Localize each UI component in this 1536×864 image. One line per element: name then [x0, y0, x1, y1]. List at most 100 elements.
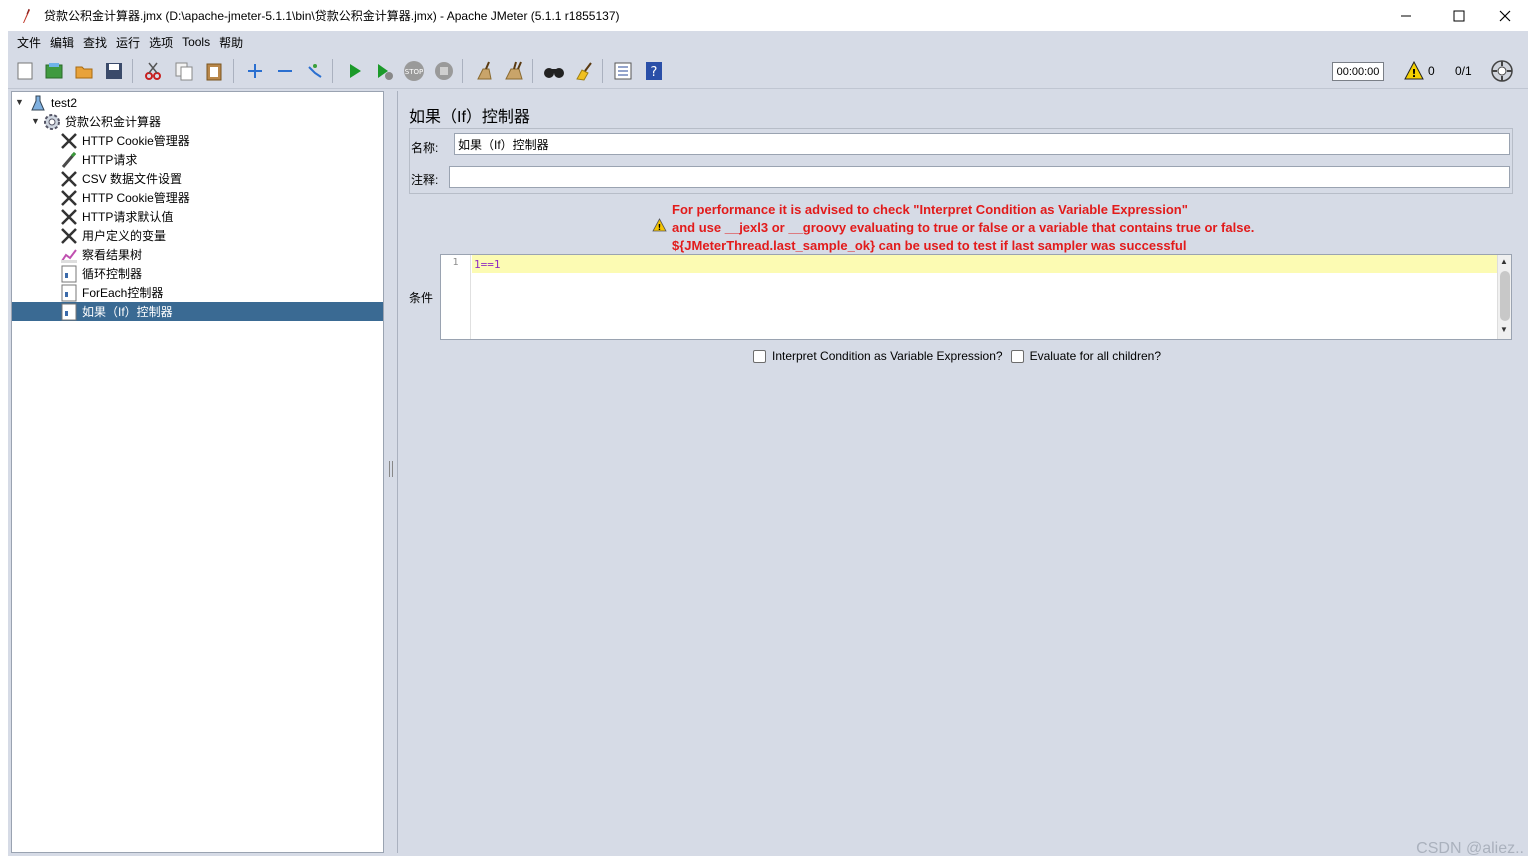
close-button[interactable] — [1482, 0, 1528, 31]
tree-item-label: 贷款公积金计算器 — [65, 115, 162, 129]
templates-button[interactable] — [42, 59, 66, 83]
stop-button[interactable]: STOP — [402, 59, 426, 83]
tree-item-label: test2 — [51, 95, 78, 110]
tree-item-csv-data-set[interactable]: CSV 数据文件设置 — [60, 169, 182, 188]
interpret-condition-checkbox[interactable] — [753, 349, 766, 363]
tree-item-user-variables[interactable]: 用户定义的变量 — [60, 226, 166, 245]
copy-button[interactable] — [172, 59, 196, 83]
condition-editor[interactable]: 1 1==1 ▲ ▼ — [440, 254, 1512, 340]
open-folder-icon — [75, 66, 93, 79]
tree-item-cookie-manager[interactable]: HTTP Cookie管理器 — [60, 131, 190, 150]
warning-triangle-icon: ! — [652, 218, 667, 232]
clear-button[interactable] — [472, 59, 496, 83]
tree-item-test-plan[interactable]: test2 — [29, 93, 77, 112]
tree-item-if-controller[interactable]: 如果（If）控制器 — [12, 302, 383, 321]
scroll-down-arrow-icon[interactable]: ▼ — [1500, 325, 1508, 334]
watermark: CSDN @aliez.. — [1416, 840, 1524, 857]
paste-button[interactable] — [202, 59, 226, 83]
scrollbar-thumb[interactable] — [1500, 271, 1510, 321]
remote-status-icon — [1491, 60, 1513, 82]
tree-item-label: 用户定义的变量 — [82, 229, 167, 243]
clear-all-button[interactable] — [502, 59, 526, 83]
tree-item-results-tree[interactable]: 察看结果树 — [60, 245, 142, 264]
menu-options[interactable]: 选项 — [149, 34, 173, 51]
start-no-pauses-button[interactable] — [372, 59, 396, 83]
listener-chart-icon — [60, 246, 78, 264]
warning-line-2: and use __jexl3 or __groovy evaluating t… — [672, 220, 1255, 235]
maximize-button[interactable] — [1436, 0, 1482, 31]
tree-item-loop-controller[interactable]: 循环控制器 — [60, 264, 142, 283]
collapse-all-button[interactable] — [273, 59, 297, 83]
tree-item-cookie-manager-2[interactable]: HTTP Cookie管理器 — [60, 188, 190, 207]
toolbar-separator — [332, 59, 333, 83]
jmeter-feather-icon — [23, 8, 30, 23]
toolbar-separator — [233, 59, 234, 83]
start-button[interactable] — [343, 59, 367, 83]
split-pane-divider[interactable] — [387, 89, 396, 856]
tree-item-label: 循环控制器 — [82, 267, 143, 281]
active-threads: 0/1 — [1455, 64, 1472, 78]
tree-item-foreach-controller[interactable]: ForEach控制器 — [60, 283, 163, 302]
expand-all-button[interactable] — [243, 59, 267, 83]
scroll-up-arrow-icon[interactable]: ▲ — [1500, 257, 1508, 266]
svg-text:STOP: STOP — [405, 68, 423, 76]
options-row: Interpret Condition as Variable Expressi… — [753, 349, 1161, 363]
play-icon — [350, 64, 361, 78]
interpret-condition-label[interactable]: Interpret Condition as Variable Expressi… — [772, 349, 1003, 363]
help-button[interactable]: ? — [642, 59, 666, 83]
config-tools-icon — [60, 208, 78, 226]
evaluate-all-children-label[interactable]: Evaluate for all children? — [1030, 349, 1161, 363]
minimize-icon — [1401, 15, 1411, 16]
menu-search[interactable]: 查找 — [83, 34, 107, 51]
tree-item-http-request[interactable]: HTTP请求 — [60, 150, 137, 169]
comment-field[interactable] — [449, 166, 1510, 188]
menu-bar: 文件 编辑 查找 运行 选项 Tools 帮助 — [8, 31, 1528, 53]
function-helper-button[interactable] — [611, 59, 635, 83]
comment-label: 注释: — [411, 173, 439, 187]
tree-item-thread-group[interactable]: 贷款公积金计算器 — [43, 112, 161, 131]
name-field[interactable]: 如果（If）控制器 — [454, 133, 1510, 155]
tree-item-http-defaults[interactable]: HTTP请求默认值 — [60, 207, 173, 226]
tree-item-label: 如果（If）控制器 — [82, 305, 173, 319]
thread-group-gear-icon — [43, 113, 61, 131]
help-question-icon: ? — [646, 62, 662, 80]
new-button[interactable] — [13, 59, 37, 83]
collapse-toggle-icon[interactable]: ▼ — [31, 116, 41, 126]
jmeter-window: 贷款公积金计算器.jmx (D:\apache-jmeter-5.1.1\bin… — [0, 0, 1536, 864]
minimize-button[interactable] — [1383, 0, 1429, 31]
reset-search-broom-icon — [576, 62, 592, 81]
save-button[interactable] — [102, 59, 126, 83]
cut-button[interactable] — [141, 59, 165, 83]
save-disk-icon — [106, 63, 122, 79]
shutdown-button[interactable] — [432, 59, 456, 83]
reset-search-button[interactable] — [572, 59, 596, 83]
menu-file[interactable]: 文件 — [17, 34, 41, 51]
test-plan-icon — [29, 94, 47, 112]
menu-tools[interactable]: Tools — [182, 35, 210, 49]
play-no-timers-icon — [378, 64, 393, 80]
condition-line[interactable]: 1==1 — [472, 255, 1497, 273]
config-tools-icon — [60, 189, 78, 207]
evaluate-all-children-checkbox[interactable] — [1010, 349, 1024, 363]
binoculars-icon — [544, 68, 564, 78]
toolbar-separator — [132, 59, 133, 83]
test-plan-tree[interactable]: ▼ test2 ▼ 贷款公积金计算器 HTTP Cookie管理器 HTTP请求… — [11, 91, 384, 853]
clear-all-broom-icon — [505, 61, 523, 80]
splitter-grip[interactable] — [389, 461, 393, 477]
maximize-icon — [1453, 10, 1465, 21]
search-button[interactable] — [542, 59, 566, 83]
collapse-toggle-icon[interactable]: ▼ — [15, 97, 25, 107]
toolbar-separator — [532, 59, 533, 83]
open-button[interactable] — [72, 59, 96, 83]
panel-title: 如果（If）控制器 — [409, 109, 530, 126]
menu-edit[interactable]: 编辑 — [50, 34, 74, 51]
editor-scrollbar[interactable]: ▲ ▼ — [1497, 255, 1511, 339]
menu-help[interactable]: 帮助 — [219, 34, 243, 51]
toolbar-separator — [462, 59, 463, 83]
toggle-button[interactable] — [303, 59, 327, 83]
warning-triangle-icon[interactable]: ! — [1404, 61, 1424, 80]
controller-icon — [60, 284, 78, 302]
config-tools-icon — [60, 227, 78, 245]
if-controller-panel: 如果（If）控制器 名称: 如果（If）控制器 注释: ! For perfor… — [397, 91, 1525, 853]
menu-run[interactable]: 运行 — [116, 34, 140, 51]
